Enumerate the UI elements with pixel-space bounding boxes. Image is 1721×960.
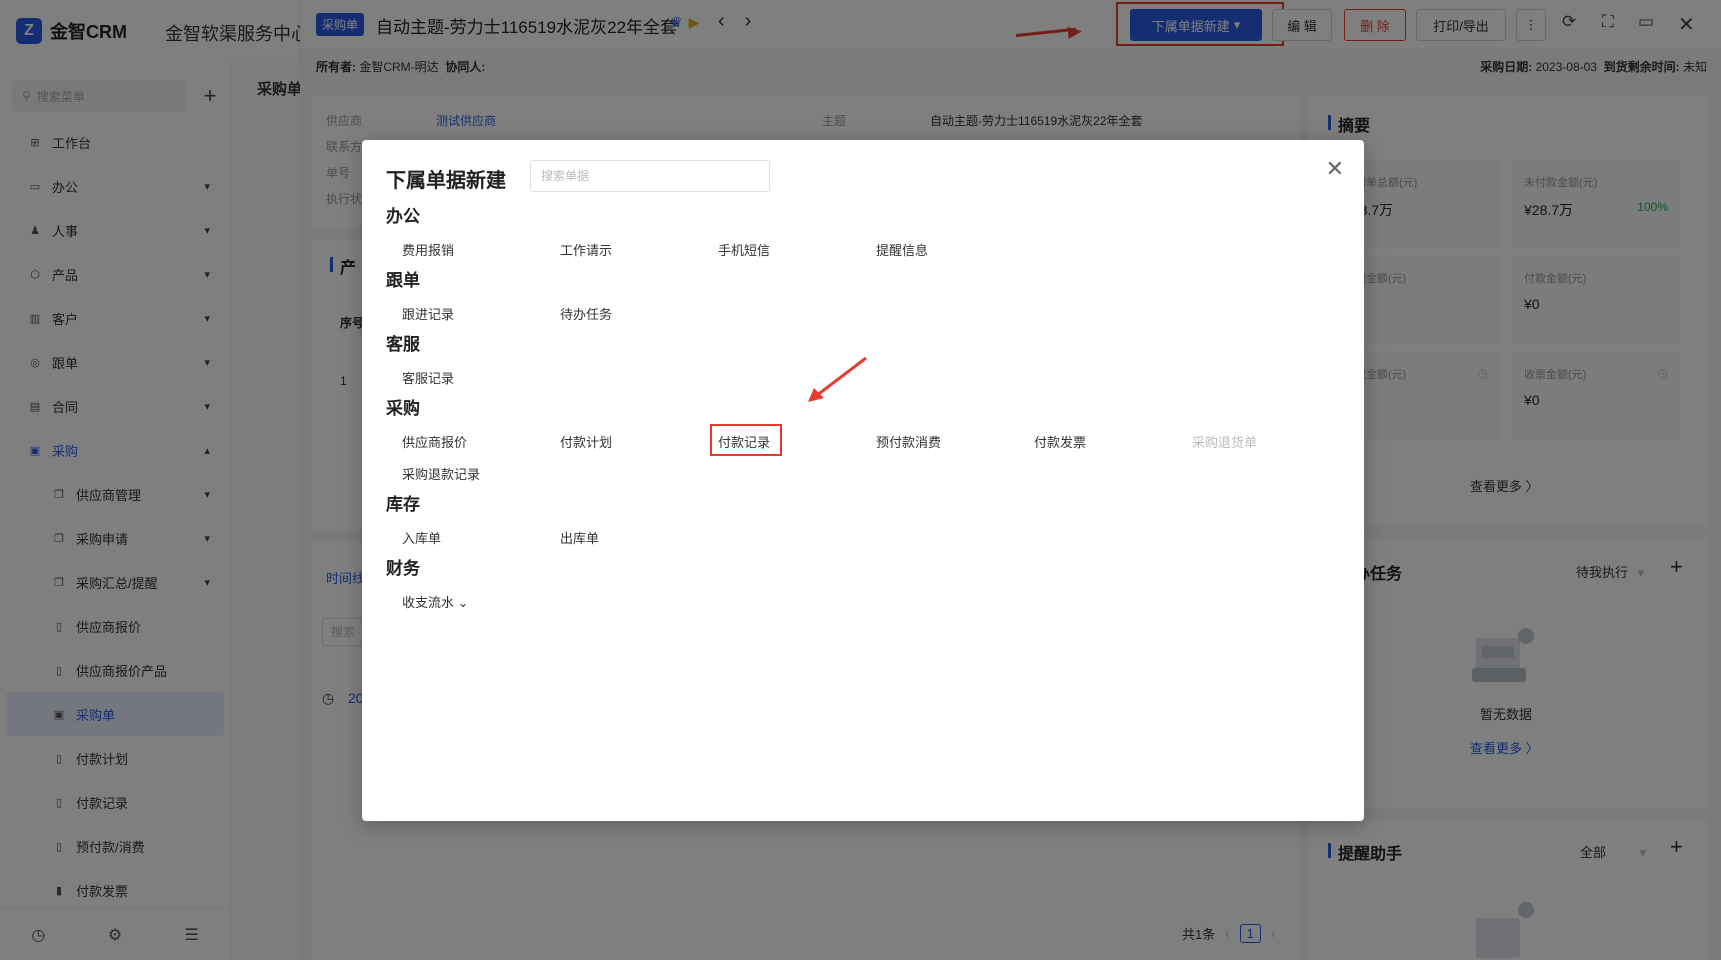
category-inventory: 库存 (386, 495, 420, 514)
option-service-record[interactable]: 客服记录 (402, 368, 454, 387)
option-payment-invoice[interactable]: 付款发票 (1034, 432, 1086, 451)
category-purchase: 采购 (386, 399, 420, 418)
option-expense[interactable]: 费用报销 (402, 240, 454, 259)
option-reminder-info[interactable]: 提醒信息 (876, 240, 928, 259)
option-purchase-refund-record[interactable]: 采购退款记录 (402, 464, 480, 483)
option-todo-task[interactable]: 待办任务 (560, 304, 612, 323)
option-cash-flow[interactable]: 收支流水 ⌄ (402, 592, 469, 611)
category-follow: 跟单 (386, 271, 420, 290)
option-work-request[interactable]: 工作请示 (560, 240, 612, 259)
option-purchase-return: 采购退货单 (1192, 435, 1258, 450)
option-stock-in[interactable]: 入库单 (402, 528, 441, 547)
option-sms[interactable]: 手机短信 (718, 240, 770, 259)
sub-create-modal: 下属单据新建 ✕ 办公 费用报销 工作请示 手机短信 提醒信息 跟单 跟进记录 … (362, 140, 1364, 821)
option-prepayment-consume[interactable]: 预付款消费 (876, 432, 941, 451)
close-icon[interactable]: ✕ (1326, 156, 1344, 182)
annotation-arrow-modal (808, 356, 867, 402)
category-finance: 财务 (386, 559, 420, 578)
option-payment-record[interactable]: 付款记录 (718, 432, 770, 451)
modal-title: 下属单据新建 (386, 170, 506, 192)
category-office: 办公 (386, 207, 420, 226)
option-payment-plan[interactable]: 付款计划 (560, 432, 612, 451)
option-follow-record[interactable]: 跟进记录 (402, 304, 454, 323)
modal-search-input[interactable] (530, 160, 770, 192)
option-supplier-quote[interactable]: 供应商报价 (402, 432, 467, 451)
option-stock-out[interactable]: 出库单 (560, 528, 599, 547)
category-service: 客服 (386, 335, 420, 354)
